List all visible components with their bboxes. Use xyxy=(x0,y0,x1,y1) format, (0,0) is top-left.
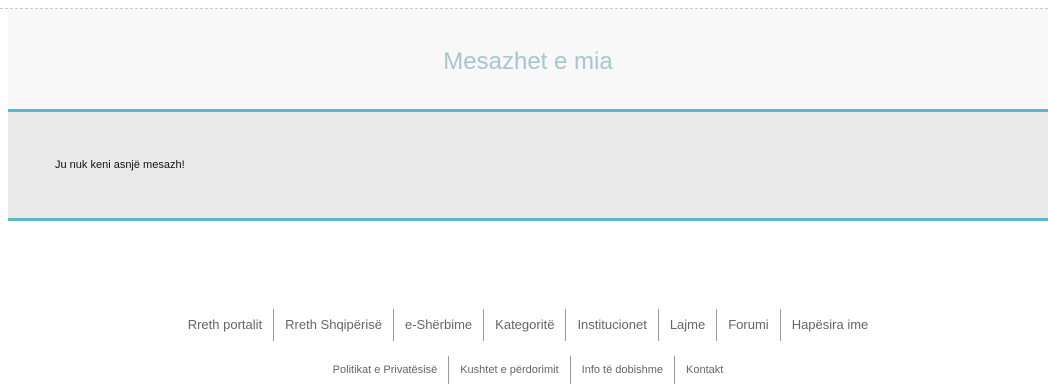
page-header: Mesazhet e mia xyxy=(8,9,1048,112)
footer-primary-nav: Rreth portalit Rreth Shqipërisë e-Shërbi… xyxy=(0,309,1048,341)
footer-link-news[interactable]: Lajme xyxy=(659,309,716,341)
footer-link-forum[interactable]: Forumi xyxy=(717,309,779,341)
footer-link-categories[interactable]: Kategoritë xyxy=(484,309,565,341)
footer-link-about-albania[interactable]: Rreth Shqipërisë xyxy=(274,309,393,341)
messages-panel: Ju nuk keni asnjë mesazh! xyxy=(8,112,1048,221)
footer-link-contact[interactable]: Kontakt xyxy=(675,356,734,384)
page-title: Mesazhet e mia xyxy=(443,48,613,75)
page: Mesazhet e mia Ju nuk keni asnjë mesazh!… xyxy=(0,0,1048,385)
footer-link-terms-of-use[interactable]: Kushtet e përdorimit xyxy=(449,356,569,384)
footer-link-useful-info[interactable]: Info të dobishme xyxy=(571,356,674,384)
footer-secondary-nav: Politikat e Privatësisë Kushtet e përdor… xyxy=(0,356,1048,384)
footer-link-e-services[interactable]: e-Shërbime xyxy=(394,309,483,341)
footer-link-institutions[interactable]: Institucionet xyxy=(566,309,657,341)
footer-link-about-portal[interactable]: Rreth portalit xyxy=(177,309,273,341)
empty-messages-text: Ju nuk keni asnjë mesazh! xyxy=(55,159,185,171)
footer-link-privacy-policy[interactable]: Politikat e Privatësisë xyxy=(322,356,449,384)
footer-link-my-space[interactable]: Hapësira ime xyxy=(781,309,880,341)
